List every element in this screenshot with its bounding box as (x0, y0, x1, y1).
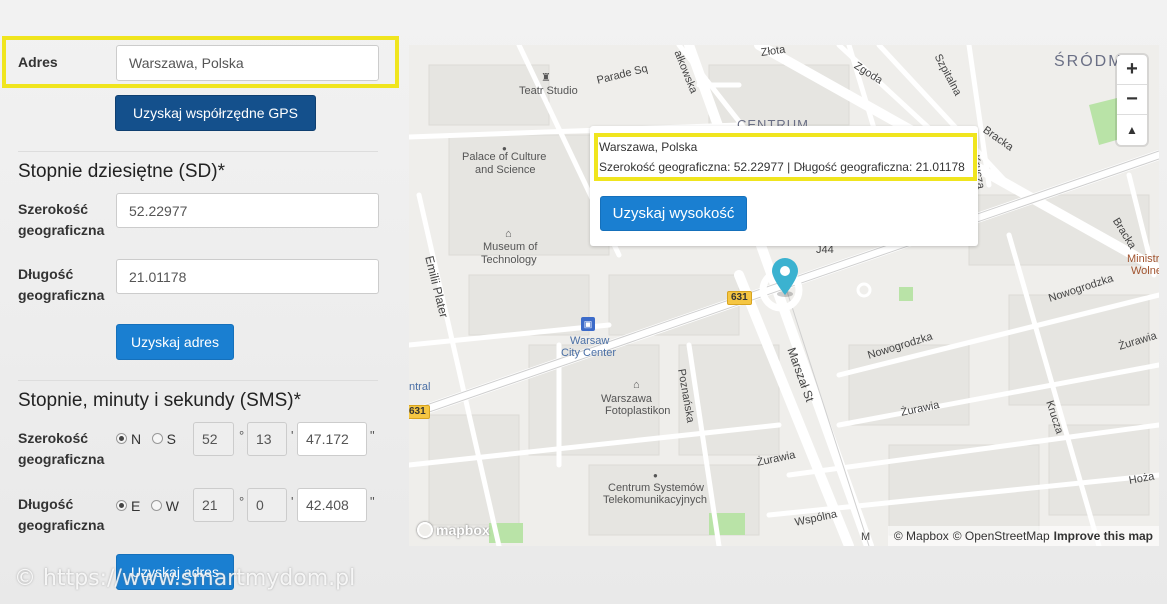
longitude-label: Długość geograficzna (18, 264, 104, 306)
longitude-label-line2: geograficzna (18, 287, 105, 303)
museum-icon: ⌂ (633, 379, 640, 391)
poi-dot-icon: ● (653, 471, 658, 480)
sms-latitude-label-line2: geograficzna (18, 451, 105, 467)
poi-ntral: ntral (409, 381, 431, 393)
sd-heading: Stopnie dziesiętne (SD)* (18, 161, 225, 182)
improve-map-link[interactable]: Improve this map (1054, 529, 1153, 543)
divider (18, 151, 378, 152)
address-label: Adres (18, 54, 58, 70)
radio-e-label: E (131, 497, 141, 514)
mapbox-logo-text: mapbox (436, 522, 490, 538)
coordinates-form: Adres Warszawa, Polska Uzyskaj współrzęd… (0, 0, 400, 604)
minute-symbol: ' (291, 428, 294, 443)
longitude-input[interactable]: 21.01178 (116, 259, 379, 294)
poi-warsaw-line1: Warsaw (570, 335, 610, 347)
zoom-out-button[interactable]: − (1117, 85, 1147, 115)
radio-s[interactable] (151, 433, 163, 445)
get-address-button[interactable]: Uzyskaj adres (116, 324, 234, 360)
radio-w[interactable] (150, 500, 162, 512)
map-attribution: © Mapbox © OpenStreetMap Improve this ma… (887, 526, 1159, 546)
degree-symbol: ° (239, 494, 245, 509)
sms-heading: Stopnie, minuty i sekundy (SMS)* (18, 390, 302, 411)
zoom-controls: + − ▲ (1117, 55, 1147, 145)
lng-degrees-input[interactable]: 21 (193, 488, 234, 522)
hemisphere-ns-radios: N S (116, 430, 182, 448)
radio-s-label: S (166, 430, 176, 447)
lat-minutes-input[interactable]: 13 (247, 422, 287, 456)
mapbox-logo[interactable]: mapbox (417, 522, 490, 538)
second-symbol: " (370, 428, 375, 443)
compass-button[interactable]: ▲ (1117, 115, 1147, 145)
rail-station-icon: ▣ (581, 317, 595, 331)
lat-degrees-input[interactable]: 52 (193, 422, 234, 456)
radio-n[interactable] (116, 433, 127, 445)
poi-warsaw-line2: City Center (561, 347, 617, 359)
sms-longitude-label: Długość geograficzna (18, 494, 104, 536)
radio-n-label: N (131, 430, 142, 447)
divider (18, 380, 378, 381)
degree-symbol: ° (239, 428, 245, 443)
sms-longitude-label-line2: geograficzna (18, 517, 105, 533)
longitude-label-line1: Długość (18, 266, 74, 282)
poi-palace-line2: and Science (475, 164, 536, 176)
get-gps-button[interactable]: Uzyskaj współrzędne GPS (115, 95, 316, 131)
poi-ministry-line2: Wolne (1131, 265, 1159, 277)
poi-ministry-line1: Ministry (1127, 253, 1159, 265)
poi-centrum-line2: Telekomunikacyjnych (603, 494, 707, 506)
minute-symbol: ' (291, 494, 294, 509)
poi-foto-line2: Fotoplastikon (605, 405, 671, 417)
map-view[interactable]: Teatr Studio Palace of Culture and Scien… (409, 45, 1159, 546)
latitude-label-line1: Szerokość (18, 201, 89, 217)
poi-museum-line1: Museum of (483, 241, 538, 253)
address-input[interactable]: Warszawa, Polska (116, 45, 379, 81)
museum-icon: ⌂ (505, 228, 512, 240)
attribution-osm-link[interactable]: © OpenStreetMap (953, 529, 1050, 543)
lng-minutes-input[interactable]: 0 (247, 488, 287, 522)
street-m: M (861, 531, 871, 543)
attribution-mapbox-link[interactable]: © Mapbox (894, 529, 949, 543)
latitude-label: Szerokość geograficzna (18, 199, 104, 241)
poi-museum-line2: Technology (481, 254, 537, 266)
zoom-in-button[interactable]: + (1117, 55, 1147, 85)
sms-latitude-label: Szerokość geograficzna (18, 428, 104, 470)
get-elevation-button[interactable]: Uzyskaj wysokość (600, 196, 747, 231)
lat-seconds-input[interactable]: 47.172 (297, 422, 367, 456)
poi-foto-line1: Warszawa (601, 393, 652, 405)
lng-seconds-input[interactable]: 42.408 (297, 488, 367, 522)
theatre-icon: ♜ (541, 72, 551, 84)
second-symbol: " (370, 494, 375, 509)
radio-e[interactable] (116, 500, 127, 512)
poi-dot-icon: ● (502, 144, 507, 153)
popup-highlight (594, 133, 977, 181)
sms-longitude-label-line1: Długość (18, 496, 74, 512)
poi-centrum-line1: Centrum Systemów (608, 482, 704, 494)
location-marker-icon[interactable] (770, 257, 800, 297)
sms-latitude-label-line1: Szerokość (18, 430, 89, 446)
radio-w-label: W (165, 497, 180, 514)
latitude-label-line2: geograficzna (18, 222, 105, 238)
district-srodm: ŚRÓDM (1054, 53, 1124, 70)
latitude-input[interactable]: 52.22977 (116, 193, 379, 228)
hemisphere-ew-radios: E W (116, 497, 185, 515)
poi-teatr-studio: Teatr Studio (519, 85, 578, 97)
road-shield-631: 631 (727, 291, 752, 305)
watermark: © https://www.smartmydom.pl (14, 566, 356, 591)
mapbox-logo-icon (417, 522, 433, 538)
road-shield-631-b: 631 (409, 405, 430, 419)
